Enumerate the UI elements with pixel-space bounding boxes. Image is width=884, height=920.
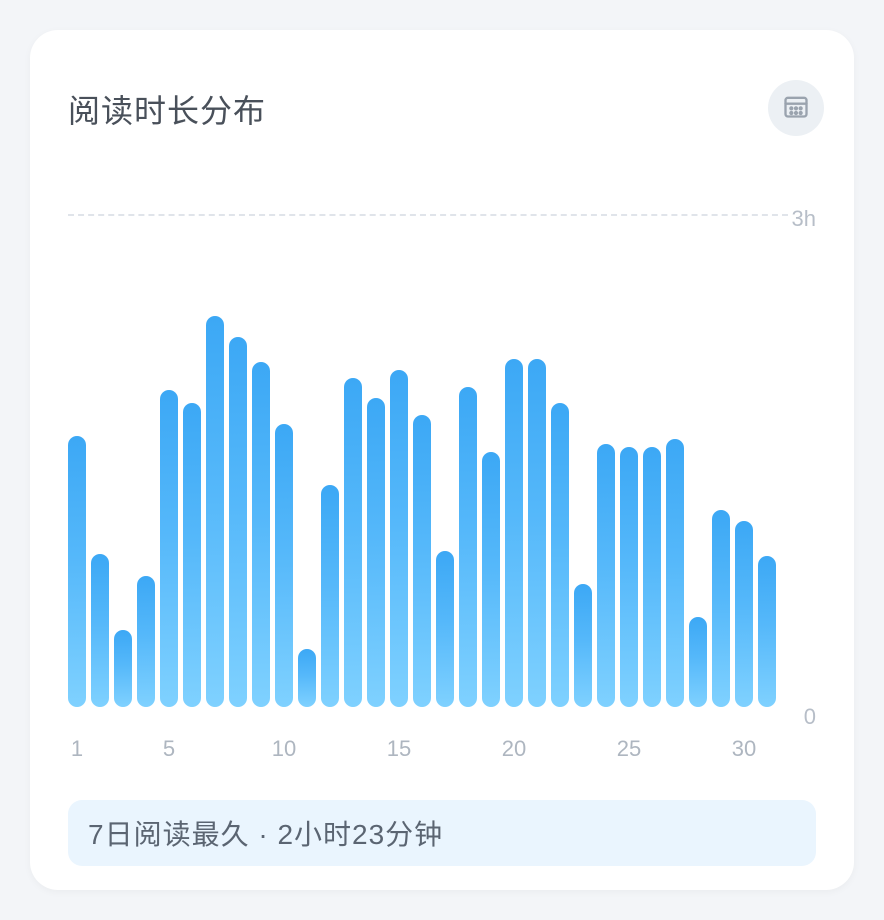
bar-day-20[interactable] xyxy=(505,359,523,707)
bar-day-15[interactable] xyxy=(390,370,408,707)
bar-day-29[interactable] xyxy=(712,510,730,707)
bar-day-6[interactable] xyxy=(183,403,201,707)
x-tick-10: 10 xyxy=(272,736,296,762)
bar-day-19[interactable] xyxy=(482,452,500,707)
bar-day-27[interactable] xyxy=(666,439,684,707)
bar-day-3[interactable] xyxy=(114,630,132,707)
bar-day-26[interactable] xyxy=(643,447,661,707)
x-tick-15: 15 xyxy=(387,736,411,762)
bar-day-10[interactable] xyxy=(275,424,293,707)
summary-banner: 7日阅读最久 · 2小时23分钟 xyxy=(68,800,816,866)
x-tick-20: 20 xyxy=(502,736,526,762)
bar-day-13[interactable] xyxy=(344,378,362,707)
bars-container xyxy=(68,202,788,707)
bar-day-30[interactable] xyxy=(735,521,753,707)
bar-day-4[interactable] xyxy=(137,576,155,707)
x-tick-30: 30 xyxy=(732,736,756,762)
x-tick-25: 25 xyxy=(617,736,641,762)
bar-day-22[interactable] xyxy=(551,403,569,707)
bar-day-21[interactable] xyxy=(528,359,546,707)
bar-day-9[interactable] xyxy=(252,362,270,707)
calendar-icon xyxy=(782,92,810,125)
summary-text: 7日阅读最久 · 2小时23分钟 xyxy=(88,813,443,853)
bar-chart: 3h 0 xyxy=(68,202,816,722)
bar-day-23[interactable] xyxy=(574,584,592,707)
y-axis-min-label: 0 xyxy=(804,704,816,730)
bar-day-25[interactable] xyxy=(620,447,638,707)
calendar-button[interactable] xyxy=(768,80,824,136)
bar-day-12[interactable] xyxy=(321,485,339,707)
bar-day-28[interactable] xyxy=(689,617,707,707)
bar-day-18[interactable] xyxy=(459,387,477,707)
x-tick-5: 5 xyxy=(163,736,175,762)
bar-day-8[interactable] xyxy=(229,337,247,707)
y-axis-max-label: 3h xyxy=(792,206,816,232)
bar-day-14[interactable] xyxy=(367,398,385,707)
bar-day-5[interactable] xyxy=(160,390,178,707)
bar-day-16[interactable] xyxy=(413,415,431,708)
bar-day-7[interactable] xyxy=(206,316,224,707)
x-axis: 151015202530 xyxy=(68,736,788,766)
stats-card: 阅读时长分布 3h 0 151015202530 7日阅读最久 · 2小时23分… xyxy=(30,30,854,890)
x-tick-1: 1 xyxy=(71,736,83,762)
card-title: 阅读时长分布 xyxy=(68,86,266,132)
bar-day-24[interactable] xyxy=(597,444,615,707)
bar-day-11[interactable] xyxy=(298,649,316,707)
bar-day-2[interactable] xyxy=(91,554,109,707)
bar-day-1[interactable] xyxy=(68,436,86,707)
bar-day-31[interactable] xyxy=(758,556,776,707)
bar-day-17[interactable] xyxy=(436,551,454,707)
